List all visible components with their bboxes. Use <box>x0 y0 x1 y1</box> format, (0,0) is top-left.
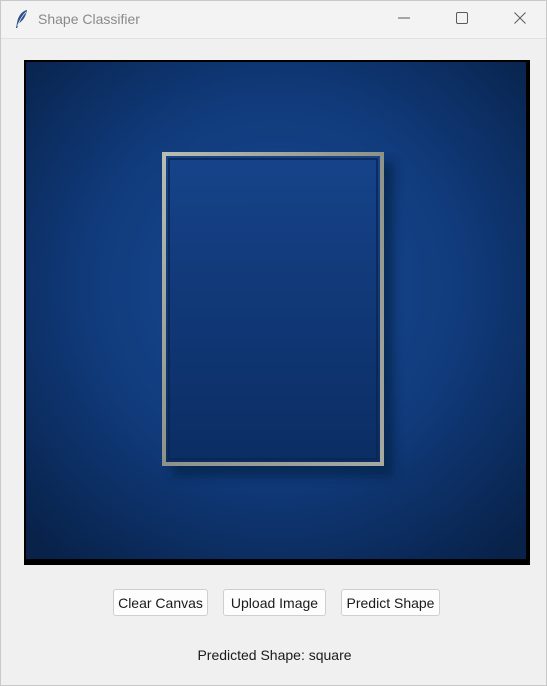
predict-shape-button[interactable]: Predict Shape <box>341 589 440 616</box>
close-icon <box>514 11 526 29</box>
minimize-icon <box>398 11 410 29</box>
uploaded-image <box>26 62 526 559</box>
clear-canvas-button[interactable]: Clear Canvas <box>113 589 208 616</box>
feather-icon <box>14 9 30 29</box>
drawing-canvas[interactable] <box>24 60 530 565</box>
upload-image-button[interactable]: Upload Image <box>223 589 326 616</box>
app-window: Shape Classifier Clear Canvas Upload Ima… <box>0 0 547 686</box>
close-button[interactable] <box>497 1 543 38</box>
minimize-button[interactable] <box>381 1 427 38</box>
title-bar[interactable]: Shape Classifier <box>1 1 546 39</box>
maximize-button[interactable] <box>439 1 485 38</box>
window-title: Shape Classifier <box>38 11 140 27</box>
maximize-icon <box>456 11 468 29</box>
prediction-result-label: Predicted Shape: square <box>197 647 352 663</box>
